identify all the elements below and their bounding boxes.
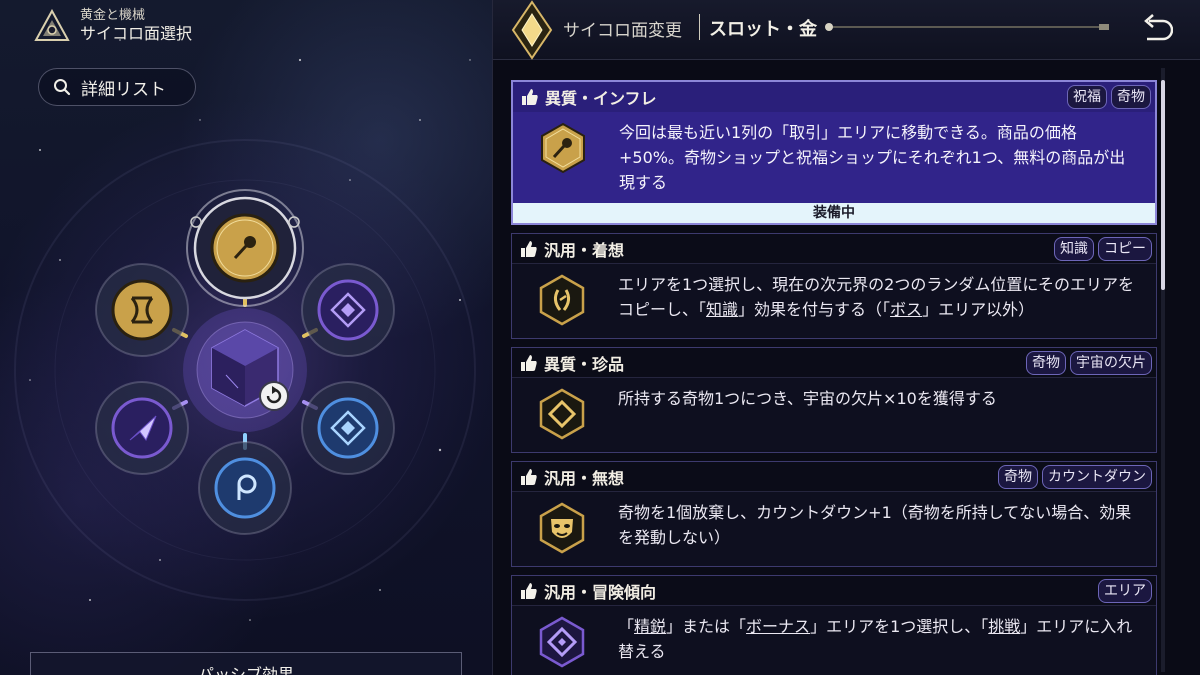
card-name: 汎用・冒険傾向 [544, 582, 657, 602]
back-arrow-icon[interactable] [1137, 12, 1173, 46]
face-card[interactable]: 汎用・無想 奇物 カウントダウン 奇物を1個放棄し、カウントダウン+1（奇物を所… [511, 461, 1157, 567]
face-card[interactable]: 汎用・冒険傾向 エリア 「精鋭」または「ボーナス」エリアを1つ選択し、「挑戦」エ… [511, 575, 1157, 675]
slot-progress-start [825, 23, 833, 31]
dice-face-panel: 黄金と機械 サイコロ面選択 詳細リスト パッシブ効果 [0, 0, 492, 675]
tag: 宇宙の欠片 [1070, 350, 1152, 375]
face-card-equipped[interactable]: 異質・インフレ 祝福 奇物 今回は最も近い1列の「取引」エリアに移動できる。商品… [511, 80, 1157, 225]
thumbs-up-icon[interactable] [521, 88, 539, 106]
card-description: エリアを1つ選択し、現在の次元界の2つのランダム位置にそのエリアをコピーし、「知… [618, 275, 1135, 319]
dice-cube-icon[interactable] [183, 308, 307, 432]
dice-face-lower-left[interactable] [95, 381, 189, 475]
topbar: サイコロ面変更 スロット・金 [493, 0, 1200, 60]
keyword-link[interactable]: ボス [890, 300, 922, 319]
card-description: 所持する奇物1つにつき、宇宙の欠片×10を獲得する [618, 389, 997, 408]
thumbs-up-icon[interactable] [520, 240, 538, 258]
card-description: 奇物を1個放棄し、カウントダウン+1（奇物を所持してない場合、効果を発動しない） [618, 503, 1132, 547]
thumbs-up-icon[interactable] [520, 582, 538, 600]
card-header: 汎用・無想 奇物 カウントダウン [512, 462, 1156, 492]
keyword-link[interactable]: 挑戦 [988, 617, 1020, 636]
diamond-icon [539, 388, 585, 440]
card-name: 汎用・無想 [544, 468, 625, 488]
detail-list-label: 詳細リスト [81, 79, 166, 100]
tag: 奇物 [1111, 85, 1151, 109]
world-name: 黄金と機械 [80, 8, 146, 23]
card-header: 汎用・冒険傾向 エリア [512, 576, 1156, 606]
page-title: サイコロ面選択 [80, 24, 193, 43]
face-list: 異質・インフレ 祝福 奇物 今回は最も近い1列の「取引」エリアに移動できる。商品… [511, 80, 1157, 675]
mask-icon [539, 502, 585, 554]
card-name: 異質・珍品 [544, 354, 625, 374]
tag: 奇物 [1026, 350, 1066, 375]
card-name: 汎用・着想 [544, 240, 625, 260]
tag: カウントダウン [1042, 464, 1152, 489]
detail-list-button[interactable]: 詳細リスト [38, 68, 196, 106]
thumbs-up-icon[interactable] [520, 354, 538, 372]
tag: 知識 [1054, 236, 1094, 261]
face-card[interactable]: 汎用・着想 知識 コピー エリアを1つ選択し、現在の次元界の2つのランダム位置に… [511, 233, 1157, 339]
dice-face-upper-left[interactable] [95, 263, 189, 357]
tag: 祝福 [1067, 85, 1107, 109]
diamond-dot-icon [539, 616, 585, 668]
dice-face-wheel [95, 189, 395, 535]
slot-label: スロット・金 [709, 19, 817, 40]
keyword-link[interactable]: 精鋭 [634, 617, 666, 636]
orb-arrow-icon [541, 122, 585, 174]
card-header: 汎用・着想 知識 コピー [512, 234, 1156, 264]
dice-face-bottom[interactable] [198, 441, 292, 535]
card-description: 「精鋭」または「ボーナス」エリアを1つ選択し、「挑戦」エリアに入れ替える [618, 617, 1133, 661]
thumbs-up-icon[interactable] [520, 468, 538, 486]
keyword-link[interactable]: ボーナス [746, 617, 810, 636]
dice-face-top[interactable] [186, 189, 304, 307]
card-description: 今回は最も近い1列の「取引」エリアに移動できる。商品の価格+50%。奇物ショップ… [619, 123, 1126, 192]
tag: コピー [1098, 236, 1152, 261]
face-change-panel: サイコロ面変更 スロット・金 異質・インフレ 祝福 奇物 今回は最も近い1列の「… [492, 0, 1200, 675]
topbar-title: サイコロ面変更 [563, 21, 682, 41]
tag: エリア [1098, 578, 1152, 603]
gold-slot-emblem-icon [511, 0, 553, 60]
search-icon [54, 79, 71, 96]
face-card[interactable]: 異質・珍品 奇物 宇宙の欠片 所持する奇物1つにつき、宇宙の欠片×10を獲得する [511, 347, 1157, 453]
card-name: 異質・インフレ [545, 89, 657, 108]
topbar-divider [699, 14, 700, 40]
scrollbar-thumb[interactable] [1161, 80, 1165, 290]
keyword-link[interactable]: 知識 [706, 300, 738, 319]
equipped-badge: 装備中 [513, 203, 1155, 223]
dice-face-upper-right[interactable] [301, 263, 395, 357]
slot-progress-line [829, 26, 1107, 28]
dice-face-lower-right[interactable] [301, 381, 395, 475]
card-header: 異質・珍品 奇物 宇宙の欠片 [512, 348, 1156, 378]
card-header: 異質・インフレ 祝福 奇物 [513, 82, 1155, 112]
rotate-icon[interactable] [259, 381, 289, 411]
triangle-crest-icon [34, 8, 70, 41]
tag: 奇物 [998, 464, 1038, 489]
header: 黄金と機械 サイコロ面選択 [34, 8, 192, 44]
slot-progress-end [1099, 24, 1109, 30]
flame-rune-icon [539, 274, 585, 326]
passive-effect-button[interactable]: パッシブ効果 [30, 652, 462, 675]
